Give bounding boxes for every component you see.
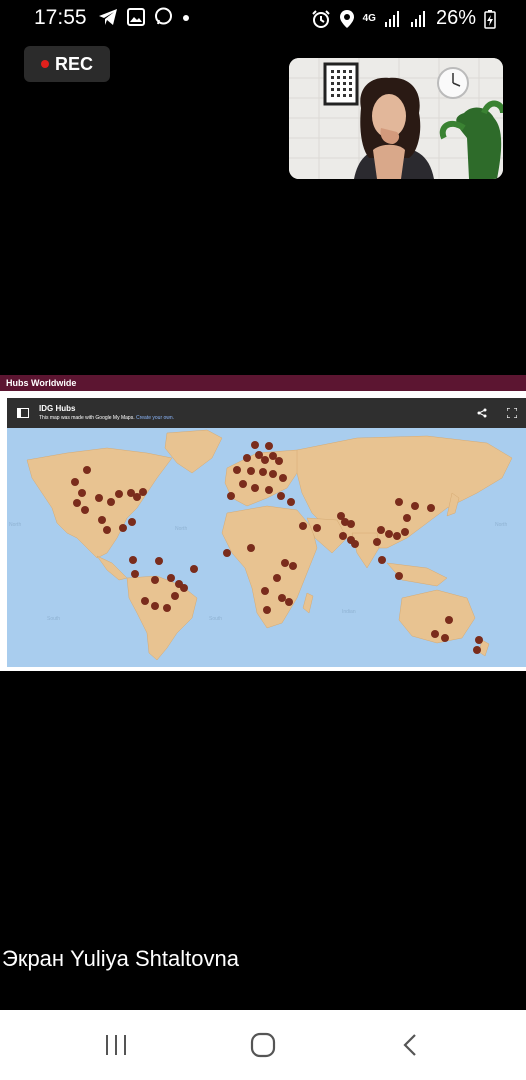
signal-icon-2 [410, 10, 425, 27]
telegram-icon [99, 8, 117, 25]
ocean-label-south-atlantic: South [209, 616, 222, 622]
world-map: North North South South Indian North [7, 428, 526, 667]
ocean-label-north-atlantic: North [175, 526, 187, 532]
status-time: 17:55 [34, 6, 87, 29]
recording-label: REC [54, 53, 93, 74]
fullscreen-icon[interactable] [507, 408, 517, 418]
back-button[interactable] [390, 1030, 430, 1060]
shared-window-title: Hubs Worldwide [0, 375, 526, 391]
ocean-label-north-pacific-right: North [495, 522, 507, 528]
ocean-label-north-pacific: North [9, 522, 21, 528]
map-menu-icon[interactable] [17, 408, 29, 418]
status-bar: 17:55 4G 26% [0, 0, 526, 36]
shared-screen[interactable]: Hubs Worldwide North North South South I… [0, 375, 526, 671]
back-icon [403, 1034, 416, 1056]
viber-icon [155, 7, 172, 25]
video-frame [289, 58, 503, 179]
screen-share-owner-label: Экран Yuliya Shtaltovna [2, 946, 239, 971]
map-embed[interactable]: North North South South Indian North IDG… [7, 398, 526, 667]
system-icons: 4G 26% [311, 7, 496, 30]
location-icon [339, 9, 354, 28]
network-type: 4G [362, 13, 376, 24]
ocean-label-south-pacific: South [47, 616, 60, 622]
map-title: IDG Hubs [39, 404, 76, 413]
map-notice-text: This map was made with Google My Maps. [39, 415, 135, 421]
alarm-icon [311, 9, 330, 28]
map-notice: This map was made with Google My Maps. C… [39, 415, 174, 421]
signal-icon [384, 10, 399, 27]
recording-indicator[interactable]: REC [24, 46, 110, 82]
battery-percent: 26% [435, 7, 476, 29]
participant-video[interactable] [289, 58, 503, 179]
notification-icons [98, 7, 190, 26]
ocean-label-indian: Indian [342, 609, 356, 615]
navigation-bar [0, 1010, 526, 1080]
create-map-link[interactable]: Create your own. [136, 415, 174, 421]
recent-apps-icon [106, 1035, 126, 1055]
map-toolbar: IDG Hubs This map was made with Google M… [7, 398, 526, 428]
record-dot-icon [40, 60, 49, 68]
home-button[interactable] [243, 1030, 283, 1060]
dot-icon [183, 14, 189, 21]
battery-charging-icon [484, 9, 496, 29]
recent-apps-button[interactable] [96, 1030, 136, 1060]
share-icon[interactable] [477, 408, 487, 418]
home-icon [250, 1032, 276, 1058]
gallery-icon [127, 7, 145, 26]
